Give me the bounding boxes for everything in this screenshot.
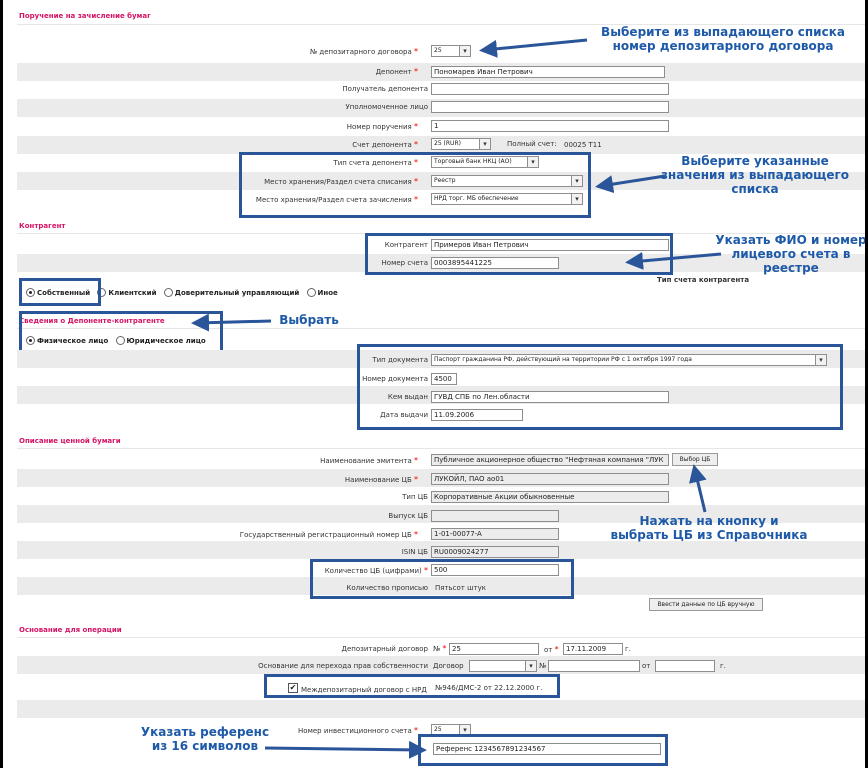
- arrow-contract: [479, 38, 588, 58]
- annotation-arrows: [191, 38, 722, 759]
- arrow-select-security: [689, 464, 707, 513]
- arrow-reference: [264, 740, 427, 759]
- arrow-select-values: [595, 174, 666, 194]
- page: { "order": { "title": "Поручение на зачи…: [3, 0, 865, 768]
- arrow-choose: [191, 313, 272, 332]
- arrow-name-account: [625, 251, 722, 270]
